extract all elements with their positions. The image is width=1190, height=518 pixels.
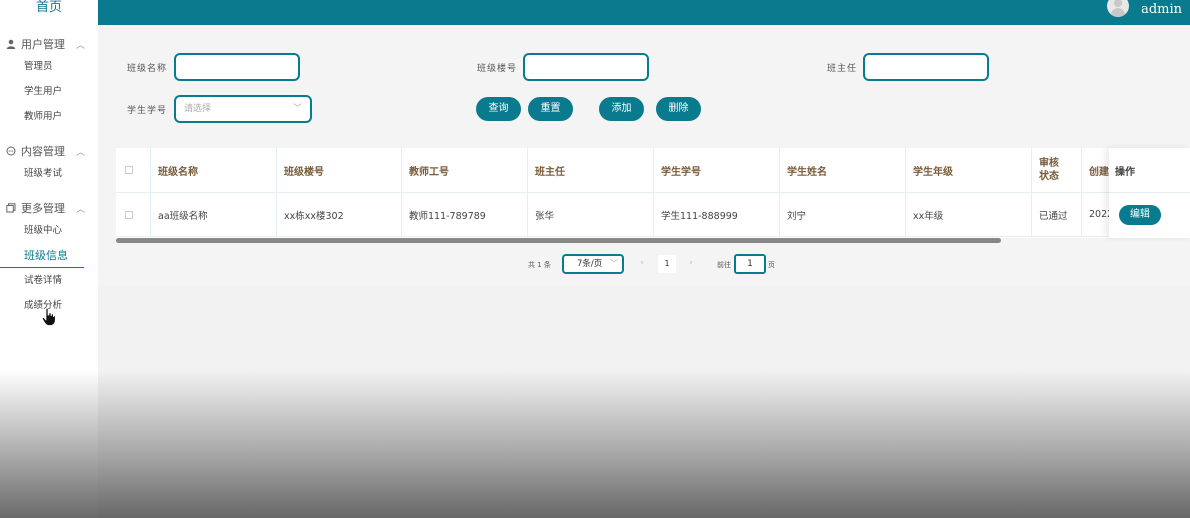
menu-title-more[interactable]: 更多管理 ︿ <box>0 198 98 218</box>
query-button[interactable]: 查询 <box>476 97 521 121</box>
menu-group-content: 内容管理 ︿ 班级考试 <box>0 141 98 186</box>
sidebar-item-exam-detail[interactable]: 试卷详情 <box>0 268 98 293</box>
chevron-down-icon: ﹀ <box>292 104 302 114</box>
col-header[interactable]: 班级名称 <box>151 148 277 193</box>
col-header[interactable]: 学生学号 <box>654 148 780 193</box>
chevron-down-icon: ﹀ <box>610 259 618 268</box>
col-header[interactable]: 审核状态 <box>1032 148 1082 193</box>
chevron-up-icon: ︿ <box>76 40 86 51</box>
goto-page-input[interactable]: 1 <box>734 254 766 274</box>
col-header[interactable]: 班级楼号 <box>277 148 402 193</box>
col-header[interactable]: 学生姓名 <box>780 148 906 193</box>
table-cell: 教师111-789789 <box>402 193 528 237</box>
row-select-cell <box>116 193 151 237</box>
student-no-label: 学生学号 <box>127 106 168 116</box>
user-icon <box>5 38 17 50</box>
operation-cell: 编辑 <box>1109 193 1190 237</box>
sidebar-item-teacher-users[interactable]: 教师用户 <box>0 104 98 129</box>
menu-group-user: 用户管理 ︿ 管理员 学生用户 教师用户 <box>0 34 98 129</box>
sidebar-item-class-center[interactable]: 班级中心 <box>0 218 98 243</box>
sidebar: 首页 用户管理 ︿ 管理员 学生用户 教师用户 内容管理 ︿ 班级考试 更多管理 <box>0 0 98 518</box>
select-all-checkbox[interactable] <box>125 166 133 174</box>
teacher-label: 班主任 <box>827 64 858 74</box>
goto-label: 前往 <box>717 261 731 269</box>
top-bar: admin <box>98 0 1190 25</box>
menu-title-user[interactable]: 用户管理 ︿ <box>0 34 98 54</box>
student-no-select[interactable]: 请选择 ﹀ <box>174 95 312 123</box>
table-cell: 张华 <box>528 193 654 237</box>
menu-title-label: 用户管理 <box>21 38 65 51</box>
hand-cursor-icon <box>42 307 56 326</box>
sidebar-item-student-users[interactable]: 学生用户 <box>0 79 98 104</box>
menu-title-content[interactable]: 内容管理 ︿ <box>0 141 98 161</box>
sidebar-item-class-info[interactable]: 班级信息 <box>0 243 84 268</box>
horizontal-scrollbar[interactable] <box>116 238 1001 243</box>
building-input[interactable] <box>523 53 649 81</box>
page-size-select[interactable]: 7条/页 ﹀ <box>562 254 624 274</box>
sidebar-item-class-exam[interactable]: 班级考试 <box>0 161 98 186</box>
main-content: 班级名称 班级楼号 班主任 学生学号 请选择 ﹀ 查询 重置 添加 删除 班级名… <box>98 25 1190 285</box>
next-page-button[interactable]: › <box>683 256 699 272</box>
data-table: 班级名称 班级楼号 教师工号 班主任 学生学号 学生姓名 学生年级 审核状态 创… <box>116 148 1190 238</box>
bottom-overlay <box>0 370 1190 518</box>
select-all-cell <box>116 148 151 193</box>
page-suffix: 页 <box>768 261 775 269</box>
edit-button[interactable]: 编辑 <box>1119 205 1161 225</box>
pagination-total: 共 1 条 <box>528 261 551 269</box>
table-row[interactable]: aa班级名称 xx栋xx楼302 教师111-789789 张华 学生111-8… <box>116 193 1190 237</box>
table-cell: xx年级 <box>906 193 1032 237</box>
teacher-input[interactable] <box>863 53 989 81</box>
col-header[interactable]: 教师工号 <box>402 148 528 193</box>
class-name-label: 班级名称 <box>127 64 168 74</box>
copy-icon <box>5 202 17 214</box>
table-header-row: 班级名称 班级楼号 教师工号 班主任 学生学号 学生姓名 学生年级 审核状态 创… <box>116 148 1190 193</box>
avatar[interactable] <box>1107 0 1130 17</box>
reset-button[interactable]: 重置 <box>528 97 573 121</box>
operation-header: 操作 <box>1109 148 1190 193</box>
building-label: 班级楼号 <box>477 64 518 74</box>
table-cell: 刘宁 <box>780 193 906 237</box>
page-size-value: 7条/页 <box>577 259 603 269</box>
prev-page-button[interactable]: ‹ <box>634 256 650 272</box>
user-menu[interactable]: admin <box>1107 0 1182 18</box>
col-header[interactable]: 学生年级 <box>906 148 1032 193</box>
table-cell: aa班级名称 <box>151 193 277 237</box>
add-button[interactable]: 添加 <box>599 97 644 121</box>
table-cell: xx栋xx楼302 <box>277 193 402 237</box>
chat-icon <box>5 145 17 157</box>
user-name[interactable]: admin <box>1141 2 1182 17</box>
sidebar-item-admin[interactable]: 管理员 <box>0 54 98 79</box>
table-cell: 已通过 <box>1032 193 1082 237</box>
table-cell: 学生111-888999 <box>654 193 780 237</box>
chevron-up-icon: ︿ <box>76 147 86 158</box>
student-no-placeholder: 请选择 <box>184 104 212 114</box>
operation-column: 操作 编辑 <box>1109 148 1190 238</box>
delete-button[interactable]: 删除 <box>656 97 701 121</box>
row-checkbox[interactable] <box>125 210 133 219</box>
chevron-up-icon: ︿ <box>76 204 86 215</box>
col-header[interactable]: 班主任 <box>528 148 654 193</box>
menu-group-more: 更多管理 ︿ 班级中心 班级信息 试卷详情 成绩分析 <box>0 198 98 318</box>
class-name-input[interactable] <box>174 53 300 81</box>
home-link[interactable]: 首页 <box>0 0 98 22</box>
menu-title-label: 内容管理 <box>21 145 65 158</box>
page-number-current[interactable]: 1 <box>658 255 676 273</box>
menu-title-label: 更多管理 <box>21 202 65 215</box>
